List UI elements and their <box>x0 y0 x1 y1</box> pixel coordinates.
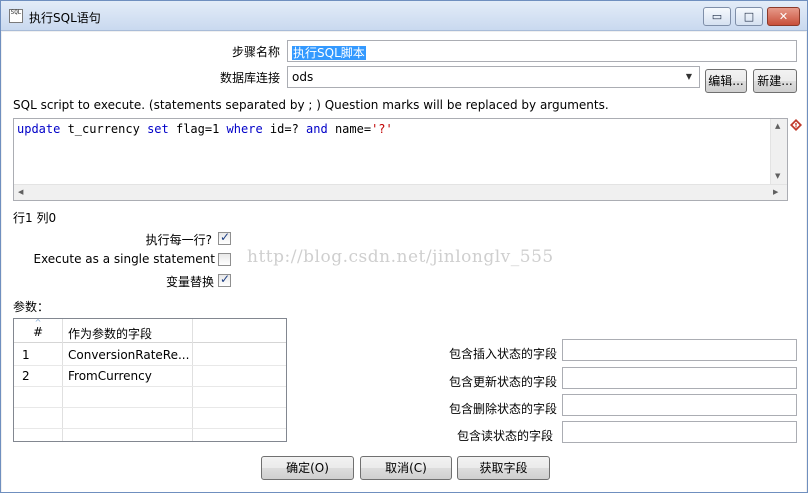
sql-token: set <box>147 122 169 136</box>
params-table-header: ^ # 作为参数的字段 <box>14 318 286 343</box>
row-divider <box>14 386 286 387</box>
delete-status-input[interactable] <box>562 394 797 416</box>
row-divider <box>14 365 286 366</box>
sql-horizontal-scrollbar[interactable]: ◀ ▶ <box>14 184 787 200</box>
single-statement-checkbox[interactable] <box>218 253 231 266</box>
update-status-label: 包含更新状态的字段 <box>448 375 557 389</box>
minimize-icon: ▭ <box>711 10 723 23</box>
maximize-icon: □ <box>743 10 755 23</box>
watermark-text: http://blog.csdn.net/jinlonglv_555 <box>247 247 554 267</box>
variable-substitution-checkbox[interactable]: ✓ <box>218 272 231 287</box>
maximize-button[interactable]: □ <box>735 7 763 26</box>
step-name-label: 步骤名称 <box>231 45 280 59</box>
sql-token: name= <box>327 122 372 136</box>
sql-code: update t_currency set flag=1 where id=? … <box>17 122 393 136</box>
execute-each-row-label: 执行每一行? <box>145 233 212 247</box>
variable-substitution-label: 变量替换 <box>165 275 214 289</box>
column-header-field[interactable]: 作为参数的字段 <box>68 325 188 342</box>
close-icon: ✕ <box>778 10 789 23</box>
sql-editor[interactable]: update t_currency set flag=1 where id=? … <box>13 118 788 201</box>
dialog-window: SQL 执行SQL语句 ▭ □ ✕ 步骤名称 执行SQL脚本 数据库连接 ods… <box>0 0 808 493</box>
params-label: 参数： <box>13 300 50 314</box>
update-status-input[interactable] <box>562 367 797 389</box>
step-name-input[interactable]: 执行SQL脚本 <box>287 40 797 62</box>
scroll-right-icon[interactable]: ▶ <box>773 188 778 196</box>
warning-icon <box>790 119 802 131</box>
checkmark-icon: ✓ <box>220 230 231 244</box>
sql-token: and <box>306 122 328 136</box>
scroll-up-icon[interactable]: ▲ <box>775 122 780 130</box>
db-connection-value: ods <box>292 70 314 84</box>
scroll-down-icon[interactable]: ▼ <box>775 172 780 180</box>
sql-hint-text: SQL script to execute. (statements separ… <box>13 98 609 112</box>
table-row-num[interactable]: 1 <box>22 348 30 362</box>
column-divider <box>192 319 193 441</box>
sql-vertical-scrollbar[interactable]: ▲ ▼ <box>770 119 787 186</box>
row-divider <box>14 407 286 408</box>
sql-app-icon: SQL <box>9 9 23 23</box>
insert-status-input[interactable] <box>562 339 797 361</box>
read-status-label: 包含读状态的字段 <box>456 429 553 443</box>
sql-token: flag=1 <box>168 122 227 136</box>
delete-status-label: 包含删除状态的字段 <box>448 402 557 416</box>
sql-token: t_currency <box>60 122 148 136</box>
new-connection-button[interactable]: 新建... <box>753 69 797 93</box>
step-name-value: 执行SQL脚本 <box>292 46 366 60</box>
insert-status-label: 包含插入状态的字段 <box>448 347 557 361</box>
read-status-input[interactable] <box>562 421 797 443</box>
single-statement-label: Execute as a single statement <box>33 252 215 266</box>
title-bar[interactable]: SQL 执行SQL语句 ▭ □ ✕ <box>1 1 807 31</box>
minimize-button[interactable]: ▭ <box>703 7 731 26</box>
sql-token: update <box>17 122 61 136</box>
row-divider <box>14 428 286 429</box>
table-row-field[interactable]: FromCurrency <box>68 369 190 383</box>
column-divider <box>62 319 63 441</box>
table-row-num[interactable]: 2 <box>22 369 30 383</box>
edit-connection-button[interactable]: 编辑... <box>705 69 747 93</box>
execute-each-row-checkbox[interactable]: ✓ <box>218 230 231 245</box>
close-button[interactable]: ✕ <box>767 7 800 26</box>
window-title: 执行SQL语句 <box>29 11 101 25</box>
db-connection-select[interactable]: ods ▼ <box>287 66 700 88</box>
column-header-num[interactable]: # <box>14 325 62 339</box>
chevron-down-icon[interactable]: ▼ <box>682 70 696 84</box>
db-connection-label: 数据库连接 <box>219 71 280 85</box>
checkmark-icon: ✓ <box>220 272 231 286</box>
dialog-content: 步骤名称 执行SQL脚本 数据库连接 ods ▼ 编辑... 新建... SQL… <box>2 32 806 492</box>
scroll-left-icon[interactable]: ◀ <box>18 188 23 196</box>
params-table[interactable]: ^ # 作为参数的字段 1 ConversionRateRe... 2 From… <box>13 318 287 442</box>
sql-token: '?' <box>371 122 393 136</box>
sql-token: where <box>226 122 263 136</box>
cancel-button[interactable]: 取消(C) <box>360 456 452 480</box>
cursor-position: 行1 列0 <box>13 211 57 225</box>
sql-token: id=? <box>262 122 307 136</box>
ok-button[interactable]: 确定(O) <box>261 456 354 480</box>
get-fields-button[interactable]: 获取字段 <box>457 456 550 480</box>
table-row-field[interactable]: ConversionRateRe... <box>68 348 190 362</box>
